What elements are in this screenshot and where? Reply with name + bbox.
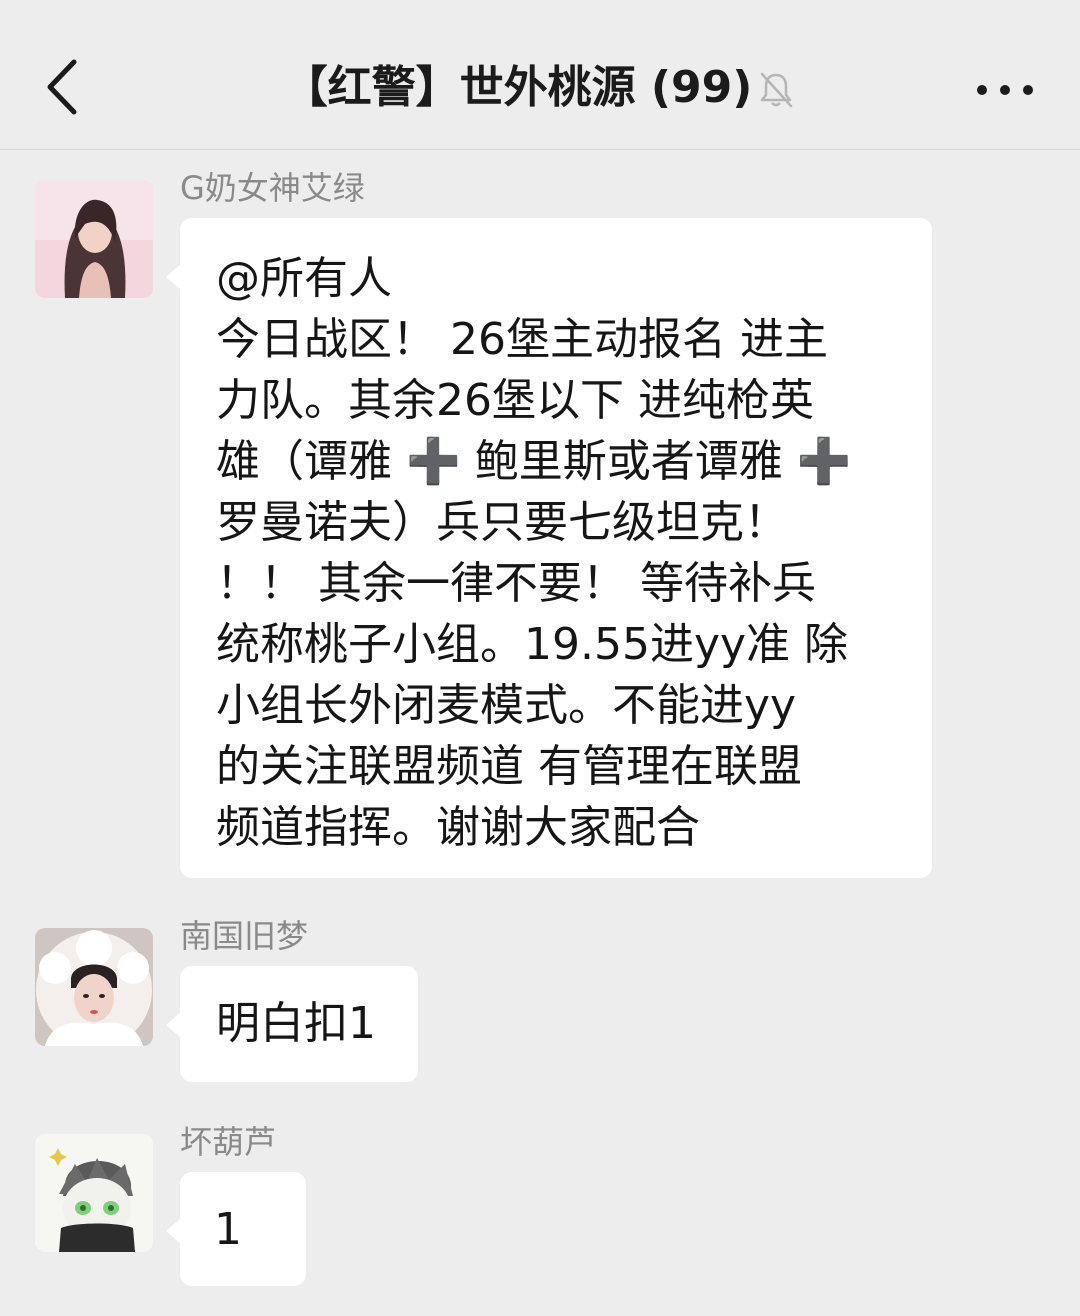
bubble-tail [166,264,181,290]
message-line: @所有人 [216,253,392,304]
bubble-tail [166,1012,181,1038]
sender-name: 坏葫芦 [180,1123,277,1161]
chat-title: 【红警】世外桃源 (99) [283,62,753,113]
chat-title-wrap: 【红警】世外桃源 (99) [150,58,930,118]
message-bubble[interactable]: 1 [166,1172,306,1286]
message-line: 小组长外闭麦模式。不能进yy [216,680,797,731]
message-line: 统称桃子小组。19.55进yy准 除 [216,619,849,670]
message-bubble[interactable]: 明白扣1 [166,966,418,1082]
bubble-tail [166,1218,181,1244]
avatar[interactable] [35,1134,153,1252]
message-line: 罗曼诺夫）兵只要七级坦克！ [216,497,788,548]
message-line: 明白扣1 [216,998,376,1049]
back-button[interactable] [40,56,88,118]
more-dots-icon [977,85,1033,95]
chevron-left-icon [47,59,77,115]
more-button[interactable] [970,70,1040,110]
message-line: 雄（谭雅 ➕ 鲍里斯或者谭雅 ➕ [216,436,852,487]
message-line: 1 [214,1204,242,1255]
sender-name: G奶女神艾绿 [180,169,365,207]
avatar[interactable] [35,928,153,1046]
avatar[interactable] [35,180,153,298]
message-bubble[interactable]: @所有人 今日战区！ 26堡主动报名 进主 力队。其余26堡以下 进纯枪英 雄（… [166,218,932,878]
chat-header: 【红警】世外桃源 (99) [0,0,1080,150]
message-line: 频道指挥。谢谢大家配合 [216,802,700,853]
message-line: 力队。其余26堡以下 进纯枪英 [216,375,814,426]
message-line: ！！ 其余一律不要！ 等待补兵 [216,558,816,609]
message-line: 的关注联盟频道 有管理在联盟 [216,741,802,792]
message-line: 今日战区！ 26堡主动报名 进主 [216,314,828,365]
bell-off-icon [756,66,796,108]
sender-name: 南国旧梦 [180,917,309,955]
